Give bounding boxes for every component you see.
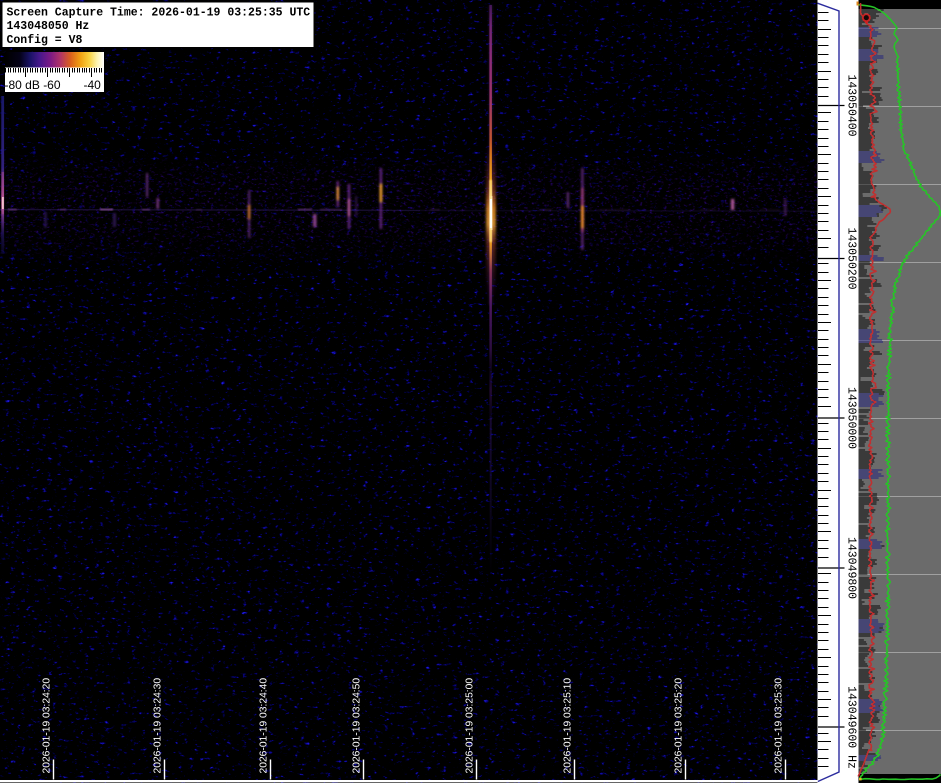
- svg-text:Config = V8: Config = V8: [7, 34, 83, 47]
- svg-text:143050400: 143050400: [845, 74, 858, 136]
- svg-text:2026-01-19 03:25:20: 2026-01-19 03:25:20: [674, 678, 685, 774]
- svg-text:2026-01-19 03:24:30: 2026-01-19 03:24:30: [153, 678, 164, 774]
- svg-text:143049600 Hz: 143049600 Hz: [845, 686, 858, 769]
- svg-text:-80 dB -60: -80 dB -60: [5, 78, 61, 92]
- svg-text:2026-01-19 03:25:00: 2026-01-19 03:25:00: [465, 678, 476, 774]
- svg-text:2026-01-19 03:25:30: 2026-01-19 03:25:30: [774, 678, 785, 774]
- svg-text:143050000: 143050000: [845, 387, 858, 449]
- svg-text:2026-01-19 03:24:50: 2026-01-19 03:24:50: [352, 678, 363, 774]
- svg-text:2026-01-19 03:25:10: 2026-01-19 03:25:10: [563, 678, 574, 774]
- svg-text:143048050 Hz: 143048050 Hz: [7, 20, 90, 33]
- svg-text:143050200: 143050200: [845, 227, 858, 289]
- svg-text:Screen Capture Time: 2026-01-1: Screen Capture Time: 2026-01-19 03:25:35…: [7, 7, 311, 20]
- svg-text:143049800: 143049800: [845, 537, 858, 599]
- svg-text:-40: -40: [84, 78, 102, 92]
- svg-text:2026-01-19 03:24:40: 2026-01-19 03:24:40: [259, 678, 270, 774]
- svg-text:2026-01-19 03:24:20: 2026-01-19 03:24:20: [42, 678, 53, 774]
